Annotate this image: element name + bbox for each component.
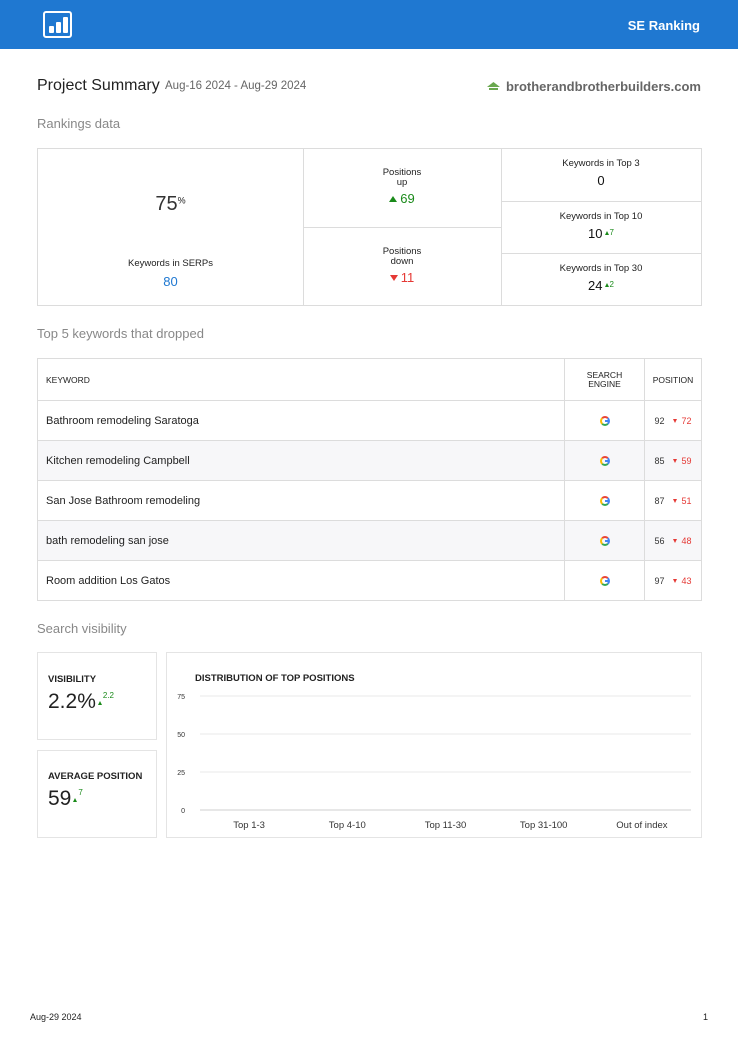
date-range: Aug-16 2024 - Aug-29 2024 — [165, 80, 307, 92]
keyword-cell: Bathroom remodeling Saratoga — [37, 400, 565, 441]
old-position: 97 — [654, 575, 665, 586]
google-icon — [599, 535, 610, 546]
new-position: 51 — [681, 495, 692, 506]
bar-chart-logo-icon — [43, 11, 72, 38]
page-title: Project Summary — [37, 77, 160, 94]
old-position: 92 — [654, 415, 665, 426]
rankings-heading: Rankings data — [37, 116, 121, 131]
table-row: Bathroom remodeling Saratoga 92 72 — [37, 400, 702, 441]
keywords-top30: Keywords in Top 30 24 2 — [559, 263, 643, 294]
keywords-top3: Keywords in Top 3 0 — [562, 158, 640, 189]
new-position: 59 — [681, 455, 692, 466]
down-arrow-icon — [672, 458, 677, 463]
down-arrow-icon — [672, 498, 677, 503]
visibility-card: VISIBILITY 2.2% 2.2 — [37, 652, 157, 740]
new-position: 43 — [681, 575, 692, 586]
visibility-label: VISIBILITY — [48, 674, 97, 685]
google-icon — [599, 575, 610, 586]
table-row: San Jose Bathroom remodeling 87 51 — [37, 480, 702, 521]
brand-name: SE Ranking — [627, 18, 700, 33]
positions-down: Positions down 11 — [382, 246, 422, 286]
google-icon — [599, 415, 610, 426]
table-row: Kitchen remodeling Campbell 85 59 — [37, 440, 702, 481]
distribution-chart-svg: 0 25 50 75 Top 1-3 Top 4-10 Top 11-30 Top 31-10… — [177, 694, 691, 831]
google-icon — [599, 455, 610, 466]
keyword-cell: San Jose Bathroom remodeling — [37, 480, 565, 521]
col-keyword: KEYWORD — [37, 358, 565, 401]
domain-text: brotherandbrotherbuilders.com — [505, 79, 701, 94]
dropped-heading: Top 5 keywords that dropped — [37, 326, 204, 341]
page-number: 1 — [702, 1012, 708, 1022]
old-position: 87 — [654, 495, 665, 506]
dropped-keywords-table: KEYWORD SEARCH ENGINE POSITION Bathroom r… — [37, 358, 702, 601]
y-tick-label: 25 — [177, 770, 185, 777]
x-tick-label: Out of index — [616, 820, 667, 831]
positions-up: Positions up 69 — [382, 167, 422, 207]
up-arrow-icon — [389, 196, 398, 202]
x-tick-label: Top 31-100 — [520, 820, 568, 831]
y-tick-label: 50 — [177, 732, 185, 739]
x-tick-label: Top 11-30 — [425, 820, 467, 831]
serp-label: Keywords in SERPs — [127, 258, 213, 269]
top-bar: SE Ranking — [0, 0, 738, 49]
serp-count: 80 — [163, 274, 178, 289]
new-position: 48 — [681, 535, 692, 546]
new-position: 72 — [681, 415, 692, 426]
old-position: 56 — [654, 535, 665, 546]
down-arrow-icon — [389, 275, 398, 281]
keyword-cell: Kitchen remodeling Campbell — [37, 440, 565, 481]
y-tick-label: 75 — [177, 694, 185, 701]
keyword-cell: Room addition Los Gatos — [37, 560, 565, 601]
up-arrow-icon — [97, 701, 102, 705]
footer-date: Aug-29 2024 — [30, 1012, 82, 1022]
up-arrow-icon — [73, 798, 78, 802]
rankings-panel: 75% Keywords in SERPs 80 Positions up 69… — [37, 148, 702, 306]
distribution-chart: DISTRIBUTION OF TOP POSITIONS 0 25 50 75 Top… — [166, 652, 702, 838]
col-position: POSITION — [644, 358, 702, 401]
keyword-cell: bath remodeling san jose — [37, 520, 565, 561]
average-position-label: AVERAGE POSITION — [48, 771, 143, 782]
col-search-engine: SEARCH ENGINE — [564, 358, 645, 401]
average-position-value: 59 7 — [48, 787, 83, 810]
project-domain: brotherandbrotherbuilders.com — [487, 79, 701, 94]
y-tick-label: 0 — [181, 808, 185, 815]
up-arrow-icon — [604, 231, 609, 235]
serp-percent: 75% — [155, 193, 186, 215]
down-arrow-icon — [672, 578, 677, 583]
keywords-top10: Keywords in Top 10 10 7 — [559, 211, 643, 242]
table-row: Room addition Los Gatos 97 43 — [37, 560, 702, 601]
old-position: 85 — [654, 455, 665, 466]
up-arrow-icon — [604, 283, 609, 287]
visibility-heading: Search visibility — [37, 621, 127, 636]
google-icon — [599, 495, 610, 506]
down-arrow-icon — [672, 538, 677, 543]
table-row: bath remodeling san jose 56 48 — [37, 520, 702, 561]
x-tick-label: Top 1-3 — [233, 820, 265, 831]
average-position-card: AVERAGE POSITION 59 7 — [37, 750, 157, 838]
x-tick-label: Top 4-10 — [329, 820, 366, 831]
house-logo-icon — [487, 82, 500, 91]
visibility-value: 2.2% 2.2 — [48, 690, 114, 713]
down-arrow-icon — [672, 418, 677, 423]
